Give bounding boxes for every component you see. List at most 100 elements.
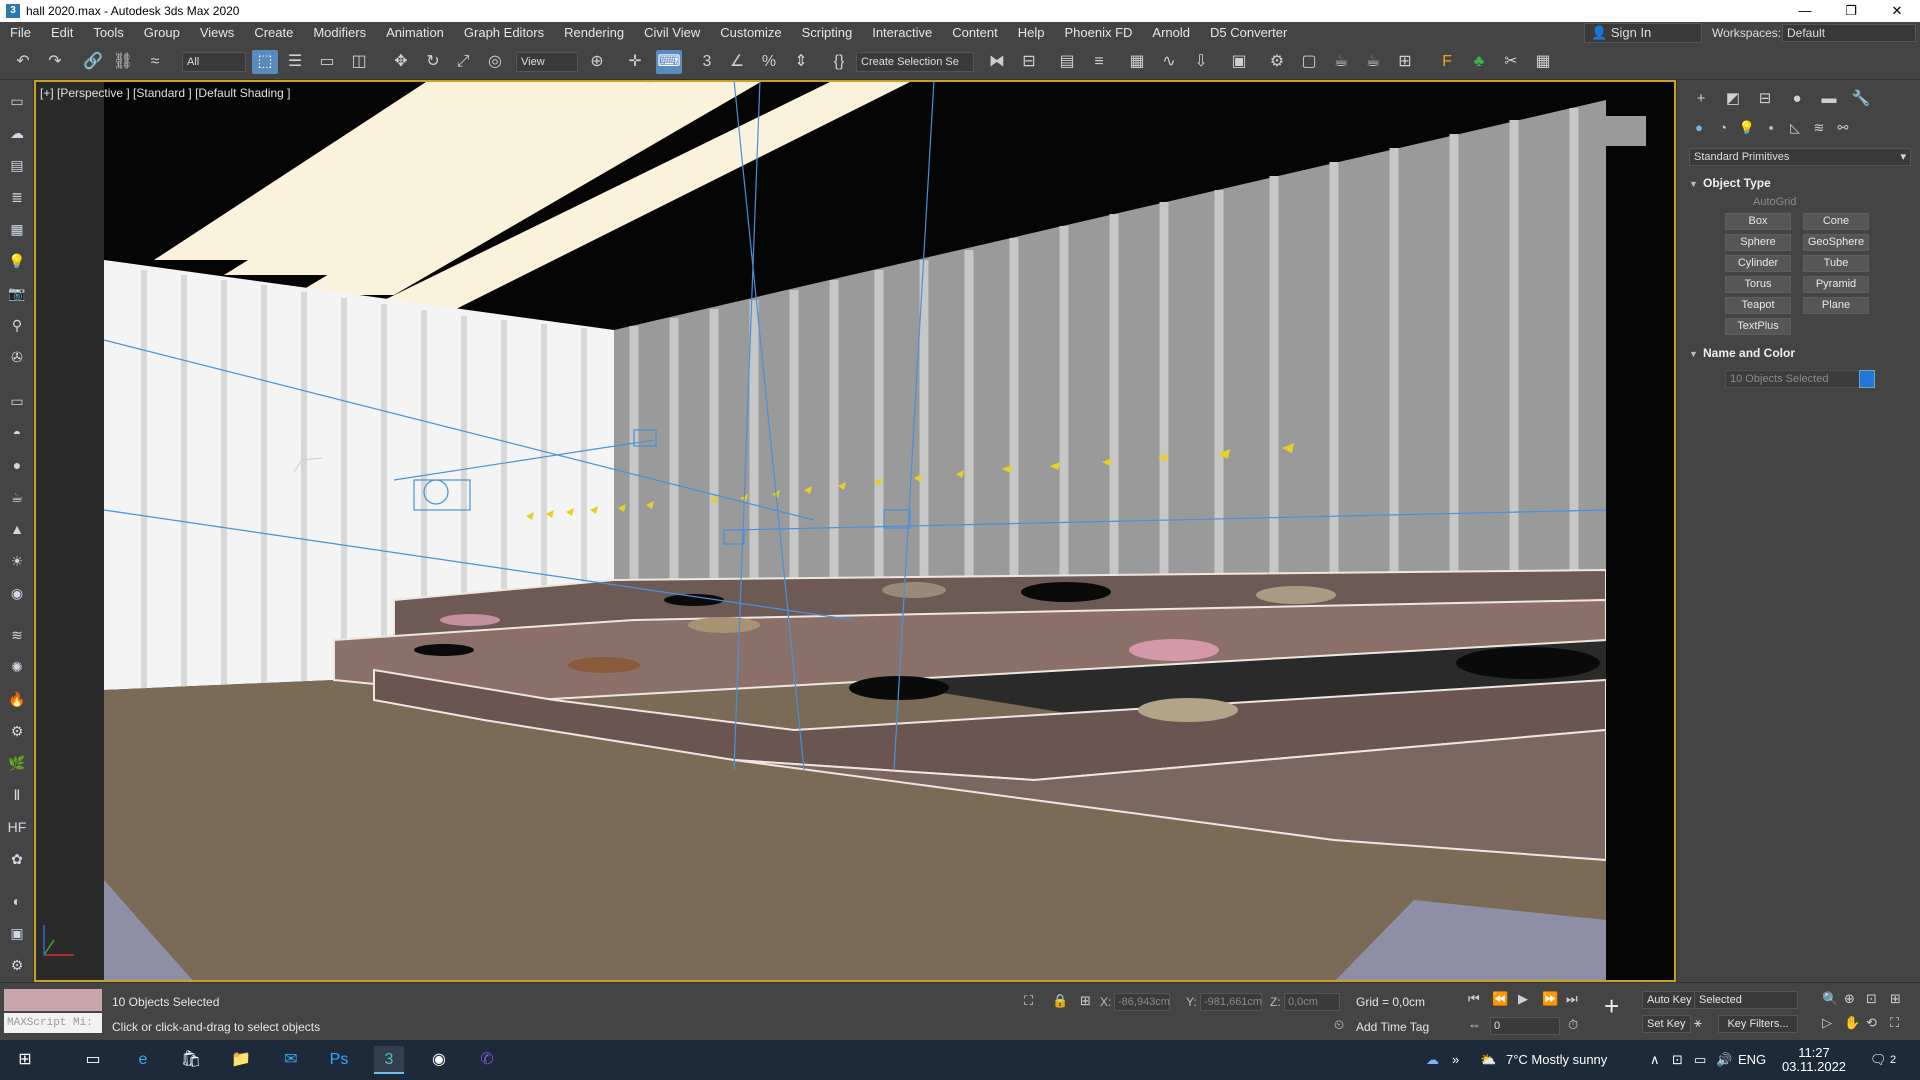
task-view-icon[interactable]: ▭ bbox=[78, 1046, 108, 1074]
viewport-label[interactable]: [+] [Perspective ] [Standard ] [Default … bbox=[40, 86, 290, 100]
forest-pack-icon[interactable]: F bbox=[1434, 50, 1460, 74]
clock[interactable]: 11:27 03.11.2022 bbox=[1774, 1040, 1854, 1080]
hair-tool-icon[interactable]: ✿ bbox=[6, 848, 28, 870]
sign-in-dropdown[interactable]: 👤 Sign In bbox=[1584, 23, 1702, 43]
layer-explorer-icon[interactable]: ≡ bbox=[1086, 50, 1112, 74]
menu-modifiers[interactable]: Modifiers bbox=[303, 22, 376, 44]
go-to-start-icon[interactable]: ⏮ bbox=[1468, 991, 1480, 1007]
grid-icon[interactable]: ▦ bbox=[1530, 50, 1556, 74]
menu-scripting[interactable]: Scripting bbox=[792, 22, 863, 44]
autogrid-checkbox[interactable]: AutoGrid bbox=[1753, 196, 1796, 208]
selection-lock-icon[interactable]: 🔒 bbox=[1052, 993, 1068, 1009]
volume-icon[interactable]: 🔊 bbox=[1716, 1040, 1732, 1080]
torus-button[interactable]: Torus bbox=[1725, 276, 1791, 293]
create-tab-icon[interactable]: + bbox=[1689, 88, 1713, 110]
previous-frame-icon[interactable]: ⏪ bbox=[1492, 991, 1508, 1007]
teapot-button[interactable]: Teapot bbox=[1725, 297, 1791, 314]
box-button[interactable]: Box bbox=[1725, 213, 1791, 230]
placement-icon[interactable]: ◎ bbox=[482, 50, 508, 74]
render-tool-icon[interactable]: ▣ bbox=[6, 922, 28, 944]
box-primitive-icon[interactable]: ▭ bbox=[6, 390, 28, 412]
windows-start-icon[interactable]: ⊞ bbox=[10, 1046, 40, 1074]
link-icon[interactable]: 🔗 bbox=[80, 50, 106, 74]
show-hidden-icons-icon[interactable]: ∧ bbox=[1650, 1040, 1660, 1080]
key-mode-icon[interactable]: ⇔ bbox=[1468, 1017, 1481, 1032]
gear-icon[interactable]: ⚙ bbox=[6, 720, 28, 742]
store-icon[interactable]: 🛍 bbox=[176, 1046, 206, 1074]
cone-primitive-icon[interactable]: ▲ bbox=[6, 518, 28, 540]
sphere-button[interactable]: Sphere bbox=[1725, 234, 1791, 251]
selection-filter-select[interactable]: All bbox=[182, 52, 246, 72]
undo-icon[interactable]: ↶ bbox=[10, 50, 36, 74]
primitive-category-select[interactable]: Standard Primitives ▾ bbox=[1689, 148, 1911, 166]
object-name-field[interactable]: 10 Objects Selected bbox=[1725, 370, 1865, 388]
rendered-frame-window-icon[interactable]: ▢ bbox=[1296, 50, 1322, 74]
angle-snap-icon[interactable]: ∠ bbox=[724, 50, 750, 74]
cloud-tool-icon[interactable]: ☁ bbox=[6, 122, 28, 144]
sphere-primitive-icon[interactable]: ● bbox=[6, 454, 28, 476]
orbit-icon[interactable]: ⟲ bbox=[1866, 1015, 1877, 1031]
systems-icon[interactable]: ⚯ bbox=[1833, 118, 1853, 138]
menu-rendering[interactable]: Rendering bbox=[554, 22, 634, 44]
mail-icon[interactable]: ✉ bbox=[276, 1046, 306, 1074]
pan-icon[interactable]: ✋ bbox=[1844, 1015, 1860, 1031]
pivot-center-icon[interactable]: ⊕ bbox=[584, 50, 610, 74]
play-icon[interactable]: ▶ bbox=[1518, 991, 1528, 1007]
menu-civil-view[interactable]: Civil View bbox=[634, 22, 710, 44]
viber-icon[interactable]: ✆ bbox=[472, 1046, 502, 1074]
edge-icon[interactable]: e bbox=[128, 1046, 158, 1074]
display-icon[interactable]: ▭ bbox=[1694, 1040, 1706, 1080]
plant-tool-icon[interactable]: 🌿 bbox=[6, 752, 28, 774]
reel-tool-icon[interactable]: ✇ bbox=[6, 346, 28, 368]
time-config-icon[interactable]: ⏱ bbox=[1568, 1017, 1578, 1033]
shapes-icon[interactable]: ◔ bbox=[1713, 118, 1733, 138]
utilities-tab-icon[interactable]: 🔧 bbox=[1849, 88, 1873, 110]
viewport-perspective[interactable]: [+] [Perspective ] [Standard ] [Default … bbox=[34, 80, 1676, 982]
menu-tools[interactable]: Tools bbox=[83, 22, 133, 44]
notifications-icon[interactable]: 🗨 bbox=[1870, 1040, 1887, 1080]
hf-tool-icon[interactable]: HF bbox=[6, 816, 28, 838]
lights-icon[interactable]: 💡 bbox=[1737, 118, 1757, 138]
menu-create[interactable]: Create bbox=[244, 22, 303, 44]
mirror-icon[interactable]: ⧓ bbox=[984, 50, 1010, 74]
add-time-tag-button[interactable]: Add Time Tag bbox=[1356, 1020, 1429, 1034]
list-tool-icon[interactable]: ≣ bbox=[6, 186, 28, 208]
move-icon[interactable]: ✥ bbox=[388, 50, 414, 74]
align-icon[interactable]: ⊟ bbox=[1016, 50, 1042, 74]
go-to-end-icon[interactable]: ⏭ bbox=[1566, 991, 1578, 1007]
modify-tab-icon[interactable]: ◩ bbox=[1721, 88, 1745, 110]
restore-button[interactable]: ❐ bbox=[1828, 0, 1874, 22]
minimize-button[interactable]: — bbox=[1782, 0, 1828, 22]
bind-space-warp-icon[interactable]: ≈ bbox=[142, 50, 168, 74]
dome-primitive-icon[interactable]: ◓ bbox=[6, 422, 28, 444]
weather-icon[interactable]: ⛅ bbox=[1480, 1040, 1496, 1080]
key-selection-select[interactable]: Selected bbox=[1694, 991, 1798, 1009]
settings-tool-icon[interactable]: ⚙ bbox=[6, 954, 28, 976]
set-key-big-icon[interactable]: + bbox=[1604, 991, 1619, 1022]
schematic-view-icon[interactable]: ⇩ bbox=[1188, 50, 1214, 74]
menu-content[interactable]: Content bbox=[942, 22, 1008, 44]
auto-key-button[interactable]: Auto Key bbox=[1642, 991, 1697, 1009]
fire-tool-icon[interactable]: 🔥 bbox=[6, 688, 28, 710]
current-frame-field[interactable]: 0 bbox=[1490, 1017, 1560, 1035]
tube-button[interactable]: Tube bbox=[1803, 255, 1869, 272]
object-type-rollout[interactable]: ▼ Object Type bbox=[1689, 174, 1911, 192]
named-selection-select[interactable]: Create Selection Se bbox=[856, 52, 974, 72]
3ds-max-icon[interactable]: 3 bbox=[374, 1046, 404, 1074]
zoom-extents-icon[interactable]: ⊡ bbox=[1866, 991, 1877, 1007]
next-frame-icon[interactable]: ⏩ bbox=[1542, 991, 1558, 1007]
select-by-name-icon[interactable]: ☰ bbox=[282, 50, 308, 74]
ocean-tool-icon[interactable]: ≋ bbox=[6, 624, 28, 646]
ribbon-icon[interactable]: ▦ bbox=[1124, 50, 1150, 74]
zoom-icon[interactable]: 🔍 bbox=[1822, 991, 1838, 1007]
teapot-primitive-icon[interactable]: ☕ bbox=[6, 486, 28, 508]
hierarchy-tab-icon[interactable]: ⊟ bbox=[1753, 88, 1777, 110]
sun-light-icon[interactable]: ☀ bbox=[6, 550, 28, 572]
render-setup-icon[interactable]: ⚙ bbox=[1264, 50, 1290, 74]
maximize-viewport-icon[interactable]: ⛶ bbox=[1890, 1015, 1899, 1031]
keyboard-shortcut-icon[interactable]: ⌨ bbox=[656, 50, 682, 74]
network-icon[interactable]: ⊡ bbox=[1672, 1040, 1683, 1080]
rect-selection-icon[interactable]: ▭ bbox=[314, 50, 340, 74]
name-and-color-rollout[interactable]: ▼ Name and Color bbox=[1689, 344, 1911, 362]
select-object-icon[interactable]: ⬚ bbox=[252, 50, 278, 74]
